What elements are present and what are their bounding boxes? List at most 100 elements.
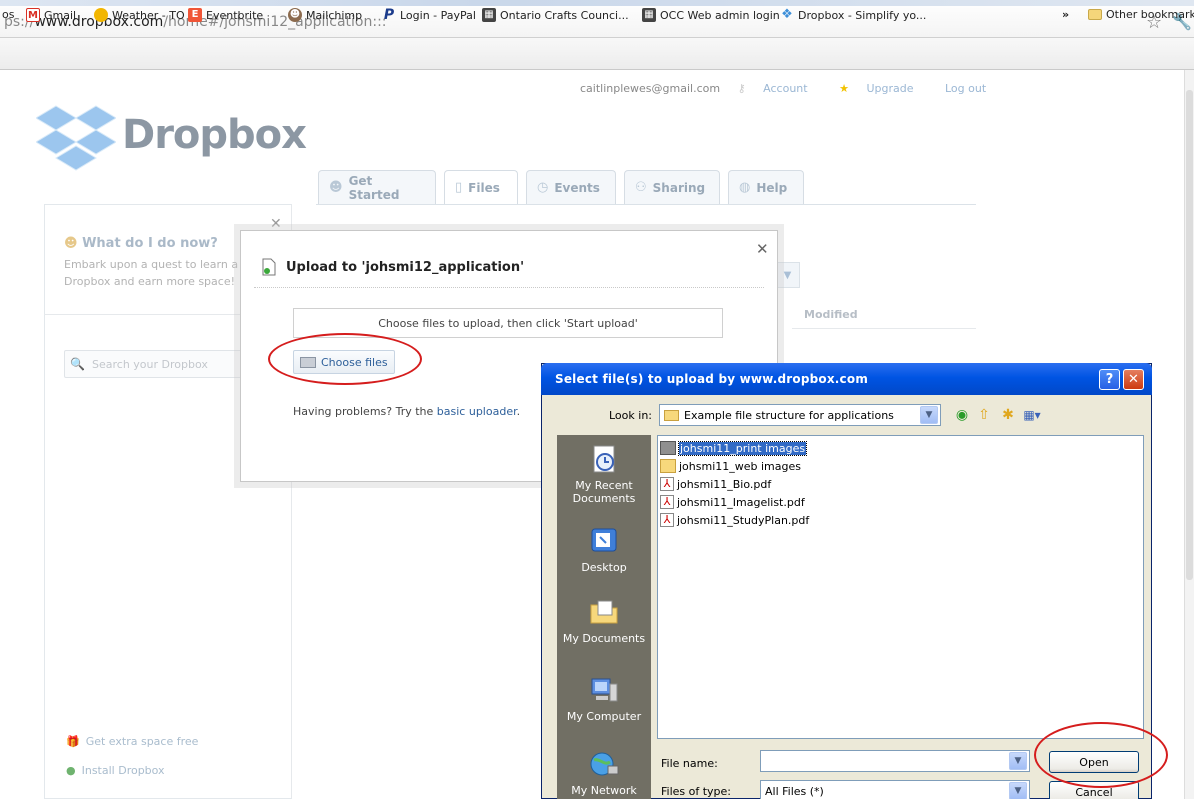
get-started-icon: ☻ [64, 236, 83, 251]
place-desktop[interactable]: Desktop [557, 525, 651, 574]
tab-events[interactable]: ◷ Events [526, 170, 616, 204]
bookmark-label: Login - PayPal [400, 8, 476, 22]
occ-icon: ▦ [642, 8, 656, 22]
view-menu-icon[interactable]: ▦▾ [1022, 406, 1042, 424]
bookmark-label: Mailchimp [306, 8, 363, 22]
up-folder-icon[interactable]: ⇧ [974, 406, 994, 424]
tab-divider [316, 204, 976, 205]
bookmark-dropbox[interactable]: ❖ Dropbox - Simplify yo... [780, 8, 926, 22]
bookmark-eventbrite[interactable]: E Eventbrite [188, 8, 263, 22]
bookmark-paypal[interactable]: P Login - PayPal [382, 8, 476, 22]
place-recent-documents[interactable]: My Recent Documents [557, 443, 651, 505]
my-documents-icon [590, 600, 618, 624]
place-my-documents[interactable]: My Documents [557, 596, 651, 645]
place-label: My Network [571, 784, 637, 797]
problems-label: Having problems? Try the [293, 405, 437, 418]
help-button[interactable]: ? [1099, 369, 1120, 390]
pdf-icon: ⅄ [660, 477, 674, 491]
scrollbar-thumb[interactable] [1186, 90, 1193, 580]
file-name-input[interactable] [760, 750, 1030, 772]
paypal-icon: P [383, 7, 395, 23]
list-item[interactable]: ⅄ johsmi11_Imagelist.pdf [660, 494, 805, 510]
modified-column-header[interactable]: Modified [804, 308, 858, 321]
basic-uploader-link[interactable]: basic uploader [437, 405, 517, 418]
chevron-down-icon[interactable]: ▼ [776, 262, 800, 288]
bookmark-label: OCC Web admin login [660, 8, 780, 22]
upgrade-link[interactable]: ★ Upgrade [839, 82, 927, 95]
bookmarks-overflow[interactable]: » [1062, 8, 1069, 21]
tab-sharing[interactable]: ⚇ Sharing [624, 170, 720, 204]
account-link[interactable]: ⚷ Account [738, 82, 822, 95]
place-label: My Documents [562, 632, 646, 645]
tab-get-started[interactable]: ☻ Get Started [318, 170, 436, 204]
what-title-label: What do I do now? [82, 236, 218, 251]
bookmark-occ-admin[interactable]: ▦ OCC Web admin login [642, 8, 780, 22]
user-email: caitlinplewes@gmail.com [580, 82, 721, 95]
eventbrite-icon: E [188, 8, 202, 22]
gmail-icon: M [26, 8, 40, 22]
dropbox-wordmark[interactable]: Dropbox [122, 112, 307, 158]
place-label: Desktop [581, 561, 627, 574]
tab-help[interactable]: ◍ Help [728, 170, 804, 204]
file-name-label: File name: [661, 757, 718, 770]
bookmark-label: Weather - TO [112, 8, 185, 22]
problems-end: . [516, 405, 521, 418]
events-icon: ◷ [537, 180, 549, 195]
what-do-i-do-title: ☻ What do I do now? [64, 236, 218, 251]
problems-text: Having problems? Try the basic uploader. [293, 405, 520, 418]
list-item[interactable]: johsmi11_web images [660, 458, 801, 474]
chevron-down-icon[interactable]: ▼ [920, 406, 938, 424]
highlight-circle [1034, 722, 1168, 788]
tab-files[interactable]: ▯ Files [444, 170, 518, 204]
other-bookmarks[interactable]: Other bookmarks [1088, 8, 1194, 21]
chevron-down-icon[interactable]: ▼ [1009, 752, 1027, 770]
bookmark-label: Dropbox - Simplify yo... [798, 8, 927, 22]
bookmark-gmail[interactable]: M Gmail [26, 8, 76, 22]
my-network-icon [590, 752, 619, 776]
close-icon[interactable]: ✕ [756, 240, 769, 258]
bookmark-mailchimp[interactable]: ☻ Mailchimp [288, 8, 362, 22]
install-label: Install Dropbox [81, 764, 165, 777]
get-extra-space-link[interactable]: 🎁 Get extra space free [66, 735, 198, 748]
file-name: johsmi11_print images [677, 440, 808, 456]
chevron-down-icon[interactable]: ▼ [1009, 782, 1027, 799]
folder-icon [664, 409, 679, 421]
what-do-i-do-text: Embark upon a quest to learn a Dropbox a… [64, 256, 244, 290]
look-in-dropdown[interactable]: Example file structure for applications [659, 404, 941, 426]
place-my-computer[interactable]: My Computer [557, 674, 651, 723]
back-icon[interactable]: ◉ [952, 406, 972, 424]
list-item[interactable]: ⅄ johsmi11_StudyPlan.pdf [660, 512, 809, 528]
look-in-value: Example file structure for applications [684, 408, 894, 422]
upload-file-icon [262, 258, 276, 276]
bookmark-weather[interactable]: Weather - TO [94, 8, 185, 22]
star-icon: ★ [839, 82, 853, 95]
bookmarks-bar [0, 38, 1194, 70]
tab-label: Events [554, 180, 600, 195]
list-item[interactable]: johsmi11_print images [660, 440, 808, 456]
mailchimp-icon: ☻ [288, 8, 302, 22]
tab-label: Sharing [652, 180, 706, 195]
files-icon: ▯ [455, 180, 463, 195]
my-computer-icon [591, 678, 618, 702]
folder-icon [660, 441, 676, 455]
help-icon: ◍ [739, 180, 751, 195]
bookmark-label: Ontario Crafts Counci... [500, 8, 629, 22]
new-folder-icon[interactable]: ✱ [998, 406, 1018, 424]
sharing-icon: ⚇ [635, 180, 647, 195]
search-placeholder: Search your Dropbox [92, 358, 208, 371]
list-item[interactable]: ⅄ johsmi11_Bio.pdf [660, 476, 771, 492]
tab-label: Get Started [348, 173, 400, 202]
logout-link[interactable]: Log out [945, 82, 986, 95]
what-text-line: Embark upon a quest to learn a [64, 258, 239, 271]
dropbox-logo-icon[interactable] [36, 102, 116, 172]
bookmark-truncated[interactable]: os [2, 8, 14, 21]
install-dropbox-link[interactable]: ● Install Dropbox [66, 764, 165, 777]
folder-icon [1088, 9, 1102, 20]
bookmark-ontario-crafts[interactable]: ▦ Ontario Crafts Counci... [482, 8, 629, 22]
tab-label: Files [468, 180, 500, 195]
place-my-network[interactable]: My Network [557, 748, 651, 797]
close-button[interactable]: ✕ [1123, 369, 1144, 390]
files-of-type-dropdown[interactable]: All Files (*) [760, 780, 1030, 799]
file-name: johsmi11_StudyPlan.pdf [677, 513, 810, 527]
tab-label: Help [756, 180, 788, 195]
